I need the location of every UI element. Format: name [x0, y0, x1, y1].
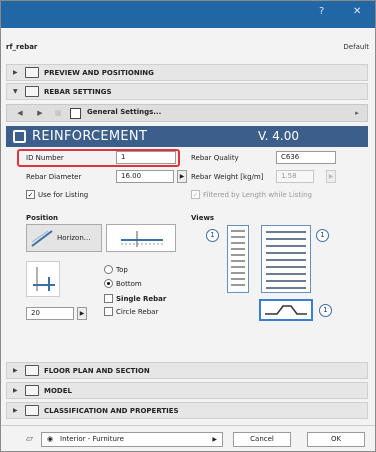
next-page-icon[interactable]: ▶: [33, 108, 47, 119]
circle-rebar-checkbox[interactable]: [104, 307, 113, 316]
chevron-right-icon: ▶: [13, 407, 18, 414]
layer-selector-label: Interior - Furniture: [60, 435, 124, 443]
view-shape-preview[interactable]: [259, 299, 313, 321]
section-model[interactable]: ▶ MODEL: [6, 382, 368, 399]
horizontal-rebar-icon: [31, 230, 53, 247]
rebar-quality-label: Rebar Quality: [191, 154, 239, 162]
rebar-bend-icon: [33, 267, 55, 291]
bottom-radio-label: Bottom: [116, 280, 142, 288]
chevron-right-icon: ▶: [13, 367, 18, 374]
position-title: Position: [26, 214, 59, 222]
page-icon: [70, 108, 81, 119]
section-preview-positioning[interactable]: ▶ PREVIEW AND POSITIONING: [6, 64, 368, 81]
eye-icon: ◉: [47, 435, 54, 443]
dialog-footer: ▱ ◉ Interior - Furniture ▶ Cancel OK: [1, 425, 375, 451]
help-button[interactable]: ?: [319, 6, 324, 17]
filtered-listing-checkbox: ✓: [191, 190, 200, 199]
cancel-button[interactable]: Cancel: [233, 432, 291, 447]
page-navigation-bar: ◀ ▶ ▦ General Settings... ▸: [6, 104, 368, 122]
rebar-diameter-label: Rebar Diameter: [26, 173, 82, 181]
page-dropdown-icon[interactable]: ▸: [350, 108, 364, 119]
position-preview: [106, 224, 176, 252]
view-badge: 1: [319, 304, 332, 317]
layer-icon: ▱: [26, 434, 33, 444]
rebar-quality-input[interactable]: C636: [276, 151, 336, 164]
page-selector[interactable]: General Settings...: [87, 108, 161, 116]
id-number-input[interactable]: 1: [116, 151, 176, 164]
use-for-listing-checkbox[interactable]: ✓: [26, 190, 35, 199]
section-floor-plan[interactable]: ▶ FLOOR PLAN AND SECTION: [6, 362, 368, 379]
bottom-rebar-preview: [26, 261, 60, 297]
section-label: CLASSIFICATION AND PROPERTIES: [44, 406, 179, 415]
panel-name: rf_rebar: [6, 43, 38, 51]
bent-bar-icon: [265, 305, 307, 315]
single-rebar-checkbox[interactable]: [104, 294, 113, 303]
section-label: REBAR SETTINGS: [44, 87, 112, 96]
rebar-weight-input: 1.58: [276, 170, 314, 183]
top-radio-label: Top: [116, 266, 128, 274]
circle-rebar-label: Circle Rebar: [116, 308, 159, 316]
rebar-weight-label: Rebar Weight [kg/m]: [191, 173, 264, 181]
close-button[interactable]: ✕: [353, 6, 361, 17]
rebar-diameter-input[interactable]: 16.00: [116, 170, 174, 183]
rebar-settings-dialog: ? ✕ rf_rebar Default ▶ PREVIEW AND POSIT…: [0, 0, 376, 452]
bottom-radio[interactable]: [104, 279, 113, 288]
single-rebar-label: Single Rebar: [116, 295, 167, 303]
page-thumbnail-icon: ▦: [54, 109, 62, 117]
section-rebar-settings[interactable]: ▼ REBAR SETTINGS: [6, 83, 368, 100]
id-number-label: ID Number: [26, 154, 64, 162]
section-label: MODEL: [44, 386, 72, 395]
title-bar: ? ✕: [1, 1, 375, 28]
header-title: REINFORCEMENT: [32, 129, 148, 144]
rebar-settings-icon: [25, 86, 39, 97]
diameter-step-icon[interactable]: ▶: [177, 170, 187, 183]
view-side-preview[interactable]: [227, 225, 249, 293]
layer-dropdown-icon: ▶: [212, 436, 217, 443]
previous-page-icon[interactable]: ◀: [13, 108, 27, 119]
position-dropdown[interactable]: Horizon...: [26, 224, 102, 252]
reinforcement-header: REINFORCEMENT V. 4.00: [6, 126, 368, 147]
front-bars-icon: [266, 231, 306, 289]
preview-positioning-icon: [25, 67, 39, 78]
reinforcement-logo-icon: [13, 130, 26, 143]
floor-plan-icon: [25, 365, 39, 376]
header-version: V. 4.00: [258, 129, 300, 143]
position-dropdown-label: Horizon...: [57, 234, 91, 242]
weight-step-icon: ▶: [326, 170, 336, 183]
section-label: PREVIEW AND POSITIONING: [44, 68, 154, 77]
side-stirrups-icon: [231, 230, 245, 286]
chevron-down-icon: ▼: [13, 88, 18, 95]
model-icon: [25, 385, 39, 396]
section-classification[interactable]: ▶ CLASSIFICATION AND PROPERTIES: [6, 402, 368, 419]
use-for-listing-label: Use for Listing: [38, 191, 89, 199]
view-badge: 1: [206, 229, 219, 242]
amount-step-icon[interactable]: ▶: [77, 307, 87, 320]
view-badge: 1: [316, 229, 329, 242]
ok-button[interactable]: OK: [307, 432, 365, 447]
layer-selector[interactable]: ◉ Interior - Furniture ▶: [41, 432, 223, 447]
classification-icon: [25, 405, 39, 416]
chevron-right-icon: ▶: [13, 387, 18, 394]
filtered-listing-label: Filtered by Length while Listing: [203, 191, 312, 199]
default-label[interactable]: Default: [343, 43, 369, 51]
chevron-right-icon: ▶: [13, 69, 18, 76]
top-radio[interactable]: [104, 265, 113, 274]
section-label: FLOOR PLAN AND SECTION: [44, 366, 150, 375]
view-front-preview[interactable]: [261, 225, 311, 293]
views-title: Views: [191, 214, 215, 222]
rebar-amount-input[interactable]: 20: [26, 307, 74, 320]
rebar-layer-icon: [121, 231, 163, 247]
